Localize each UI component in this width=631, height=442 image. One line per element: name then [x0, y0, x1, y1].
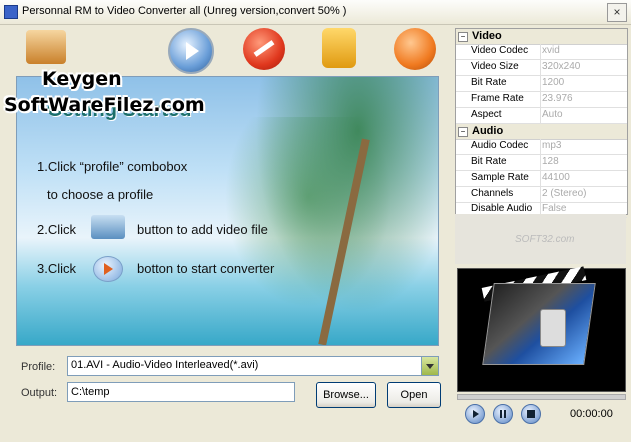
step-2b-text: button to add video file: [137, 222, 268, 237]
play-button[interactable]: [465, 404, 485, 424]
property-row[interactable]: Video Codec xvid: [456, 44, 627, 60]
property-value: 128: [542, 156, 559, 167]
category-audio[interactable]: − Audio: [456, 124, 627, 140]
category-label: Audio: [472, 125, 504, 137]
property-name: Bit Rate: [471, 156, 507, 167]
watermark-line-2: SoftWareFilez.com: [4, 94, 205, 116]
property-name: Frame Rate: [471, 93, 524, 104]
property-row[interactable]: Aspect Auto: [456, 108, 627, 124]
category-label: Video: [472, 30, 502, 42]
collapse-icon[interactable]: −: [458, 127, 468, 137]
stop-playback-button[interactable]: [521, 404, 541, 424]
time-display: 00:00:00: [570, 408, 613, 420]
step-3-text: 3.Click: [37, 261, 77, 276]
palm-foliage: [238, 77, 438, 345]
browse-button[interactable]: Browse...: [316, 382, 376, 408]
close-button[interactable]: ×: [607, 3, 627, 22]
property-name: Channels: [471, 188, 514, 199]
phone-icon: [540, 309, 566, 347]
app-icon: [4, 5, 18, 19]
stop-button[interactable]: [243, 28, 285, 70]
property-row[interactable]: Channels 2 (Stereo): [456, 187, 627, 203]
output-label: Output:: [21, 387, 58, 399]
property-value: 44100: [542, 172, 570, 183]
property-name: Sample Rate: [471, 172, 529, 183]
property-name: Audio Codec: [471, 140, 529, 151]
step-2-text: 2.Click: [37, 222, 77, 237]
step-1b-text: to choose a profile: [47, 187, 154, 202]
soft32-watermark: SOFT32.com: [515, 234, 575, 245]
pause-button[interactable]: [493, 404, 513, 424]
seek-bar[interactable]: [457, 394, 626, 400]
property-value: 2 (Stereo): [542, 188, 587, 199]
property-name: Disable Audio: [471, 203, 533, 214]
profile-label: Profile:: [21, 361, 56, 373]
property-value: 23.976: [542, 93, 573, 104]
output-input[interactable]: [68, 383, 294, 401]
play-icon: [93, 256, 123, 282]
play-triangle-icon: [104, 263, 113, 275]
property-row[interactable]: Video Size 320x240: [456, 60, 627, 76]
property-value: xvid: [542, 45, 560, 56]
properties-grid: − Video Video Codec xvid Video Size 320x…: [455, 28, 628, 218]
chevron-down-icon[interactable]: [421, 357, 438, 375]
property-row[interactable]: Sample Rate 44100: [456, 171, 627, 187]
video-preview: [457, 266, 626, 392]
property-name: Bit Rate: [471, 77, 507, 88]
property-value: mp3: [542, 140, 562, 151]
open-button[interactable]: Open: [387, 382, 441, 408]
play-icon: [186, 42, 199, 60]
watermark-line-1: Keygen: [42, 68, 122, 90]
help-button[interactable]: [394, 28, 436, 70]
add-video-button[interactable]: [26, 30, 66, 64]
property-row[interactable]: Bit Rate 128: [456, 155, 627, 171]
getting-started-banner: Getting Started 1.Click “profile” combob…: [16, 76, 439, 346]
category-video[interactable]: − Video: [456, 29, 627, 45]
property-name: Video Codec: [471, 45, 529, 56]
stop-icon: [253, 40, 275, 57]
output-field[interactable]: [67, 382, 295, 402]
property-row[interactable]: Frame Rate 23.976: [456, 92, 627, 108]
property-name: Aspect: [471, 109, 502, 120]
property-value: False: [542, 203, 567, 214]
profile-value: 01.AVI - Audio-Video Interleaved(*.avi): [71, 359, 259, 371]
property-value: 320x240: [542, 61, 581, 72]
register-button[interactable]: [322, 28, 356, 68]
film-frames-icon: [482, 283, 596, 365]
property-value: Auto: [542, 109, 563, 120]
collapse-icon[interactable]: −: [458, 32, 468, 42]
convert-button[interactable]: [168, 28, 214, 74]
property-name: Video Size: [471, 61, 519, 72]
add-video-icon: [91, 215, 125, 239]
property-row[interactable]: Audio Codec mp3: [456, 139, 627, 155]
step-1-text: 1.Click “profile” combobox: [37, 159, 188, 174]
step-3b-text: botton to start converter: [137, 261, 275, 276]
property-value: 1200: [542, 77, 565, 88]
profile-combobox[interactable]: 01.AVI - Audio-Video Interleaved(*.avi): [67, 356, 439, 376]
window-title: Personnal RM to Video Converter all (Unr…: [22, 5, 347, 17]
property-row[interactable]: Bit Rate 1200: [456, 76, 627, 92]
title-bar: Personnal RM to Video Converter all (Unr…: [0, 0, 631, 25]
